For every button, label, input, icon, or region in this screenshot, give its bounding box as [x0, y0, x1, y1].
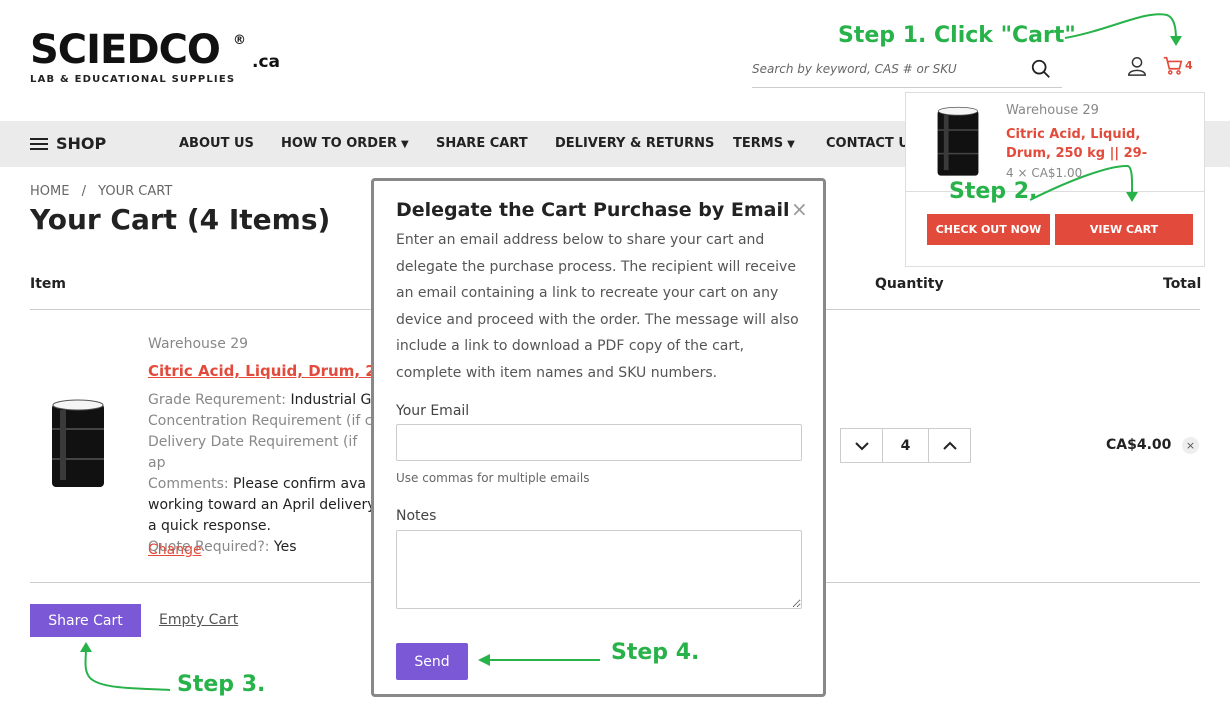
logo-tagline: LAB & EDUCATIONAL SUPPLIES — [30, 74, 236, 85]
email-label: Your Email — [396, 403, 470, 419]
delegate-cart-modal: Delegate the Cart Purchase by Email × En… — [371, 178, 826, 697]
breadcrumb-home[interactable]: HOME — [30, 184, 69, 199]
checkout-now-button[interactable]: CHECK OUT NOW — [927, 214, 1050, 245]
nav-delivery-returns[interactable]: DELIVERY & RETURNS — [555, 136, 714, 151]
product-image[interactable] — [50, 398, 106, 493]
nav-shop-label: SHOP — [56, 134, 107, 153]
logo-registered-mark: ® — [233, 33, 246, 48]
nav-terms-label: TERMS — [733, 136, 784, 151]
site-logo[interactable]: SCIEDCO ® .ca LAB & EDUCATIONAL SUPPLIES — [30, 27, 280, 85]
quantity-stepper: 4 — [840, 428, 971, 463]
arrowhead-step1 — [1170, 36, 1182, 46]
cart-icon[interactable] — [1162, 55, 1184, 77]
column-header-item: Item — [30, 276, 66, 292]
nav-share-cart[interactable]: SHARE CART — [436, 136, 528, 151]
view-cart-button[interactable]: VIEW CART — [1055, 214, 1193, 245]
option-value: Industrial G — [286, 392, 372, 408]
option-delivery-date: Delivery Date Requirement (if ap — [148, 432, 378, 474]
mini-cart-brand: Warehouse 29 — [1006, 103, 1099, 118]
option-label: Grade Requrement: — [148, 392, 286, 408]
nav-terms[interactable]: TERMS ▼ — [733, 136, 795, 151]
chevron-down-icon — [854, 441, 869, 450]
remove-item-button[interactable]: × — [1182, 437, 1199, 454]
item-name-link[interactable]: Citric Acid, Liquid, Drum, 250 — [148, 362, 397, 380]
user-account-icon[interactable] — [1126, 55, 1148, 77]
option-value: Yes — [269, 539, 297, 555]
arrowhead-step3 — [80, 642, 92, 652]
quantity-increase-button[interactable] — [929, 429, 970, 462]
option-label: Delivery Date Requirement (if ap — [148, 434, 358, 471]
notes-field[interactable] — [396, 530, 802, 609]
nav-about-us[interactable]: ABOUT US — [179, 136, 254, 151]
mini-cart-product-image[interactable] — [936, 105, 980, 181]
annotation-step2: Step 2. — [949, 179, 1038, 204]
change-options-link[interactable]: Change — [148, 542, 202, 558]
column-header-quantity: Quantity — [875, 276, 944, 292]
breadcrumb-separator: / — [81, 184, 86, 199]
item-brand: Warehouse 29 — [148, 336, 249, 352]
search-bar — [752, 54, 1062, 88]
page-title: Your Cart (4 Items) — [30, 203, 331, 236]
hamburger-icon — [30, 137, 48, 150]
quantity-value[interactable]: 4 — [882, 429, 929, 462]
chevron-up-icon — [942, 441, 957, 450]
notes-label: Notes — [396, 508, 437, 524]
empty-cart-link[interactable]: Empty Cart — [159, 612, 238, 628]
arrow-step1 — [1064, 13, 1177, 41]
share-cart-button[interactable]: Share Cart — [30, 604, 141, 637]
send-button[interactable]: Send — [396, 643, 468, 680]
chevron-down-icon: ▼ — [787, 139, 795, 150]
nav-how-to-order-label: HOW TO ORDER — [281, 136, 397, 151]
arrow-step3 — [84, 647, 171, 691]
option-comments: Comments: Please confirm ava working tow… — [148, 474, 378, 537]
cart-count-badge[interactable]: 4 — [1185, 59, 1193, 72]
option-grade: Grade Requrement: Industrial G — [148, 390, 378, 411]
annotation-step4: Step 4. — [611, 640, 700, 665]
option-label: Comments: — [148, 476, 229, 492]
line-total: CA$4.00 — [1106, 437, 1172, 453]
search-icon[interactable] — [1030, 58, 1052, 80]
mini-cart-item-name[interactable]: Citric Acid, Liquid, Drum, 250 kg || 29- — [1006, 125, 1186, 163]
column-header-total: Total — [1163, 276, 1202, 292]
breadcrumb-current: YOUR CART — [98, 184, 173, 199]
close-icon[interactable]: × — [791, 197, 808, 221]
search-input[interactable] — [752, 54, 1022, 84]
nav-contact-us[interactable]: CONTACT U — [826, 136, 909, 151]
nav-shop-menu[interactable]: SHOP — [30, 134, 106, 153]
option-label: Concentration Requirement (if c — [148, 413, 373, 429]
logo-wordmark: SCIEDCO — [30, 27, 221, 73]
logo-domain: .ca — [252, 52, 281, 72]
nav-how-to-order[interactable]: HOW TO ORDER ▼ — [281, 136, 409, 151]
modal-description: Enter an email address below to share yo… — [396, 232, 799, 381]
modal-title: Delegate the Cart Purchase by Email — [396, 199, 790, 221]
quantity-decrease-button[interactable] — [841, 429, 882, 462]
chevron-down-icon: ▼ — [400, 139, 409, 150]
annotation-step3: Step 3. — [177, 672, 266, 697]
item-options: Grade Requrement: Industrial G Concentra… — [148, 390, 378, 558]
annotation-step1: Step 1. Click "Cart" — [838, 23, 1076, 48]
breadcrumb: HOME / YOUR CART — [30, 184, 172, 199]
option-concentration: Concentration Requirement (if c — [148, 411, 378, 432]
email-hint: Use commas for multiple emails — [396, 471, 590, 485]
mini-cart-qty-price: 4 × CA$1.00 — [1006, 166, 1083, 180]
email-field[interactable] — [396, 424, 802, 461]
